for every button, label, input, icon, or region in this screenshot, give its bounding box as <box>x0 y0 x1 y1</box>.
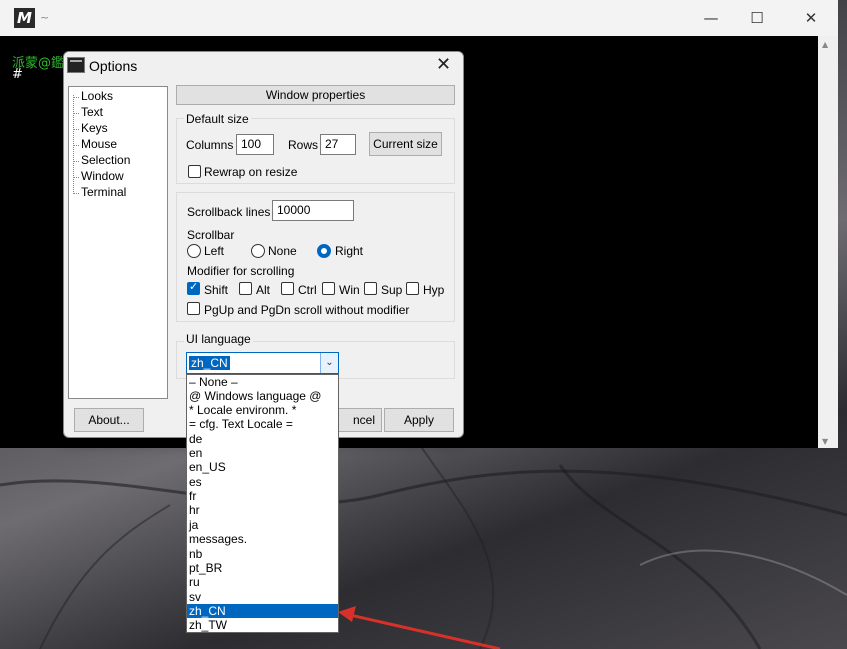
rewrap-checkbox[interactable] <box>188 165 201 178</box>
dialog-title: Options <box>89 58 138 74</box>
window-title: ~ <box>40 11 50 24</box>
alt-checkbox[interactable] <box>239 282 252 295</box>
options-category-tree: Looks Text Keys Mouse Selection Window T… <box>68 86 168 399</box>
scrollback-lines-label: Scrollback lines <box>187 205 271 219</box>
tree-connector <box>73 193 79 194</box>
scroll-up-arrow-icon[interactable]: ▲ <box>822 40 828 49</box>
win-checkbox[interactable] <box>322 282 335 295</box>
tree-connector <box>73 129 79 130</box>
ui-language-select[interactable]: zh_CN ⌄ <box>186 352 339 374</box>
language-option[interactable]: en <box>187 446 338 460</box>
terminal-scrollbar[interactable]: ▲ ▼ <box>818 36 838 448</box>
tree-connector <box>73 97 79 98</box>
dialog-titlebar[interactable]: Options ✕ <box>64 52 463 82</box>
sup-checkbox[interactable] <box>364 282 377 295</box>
ctrl-checkbox[interactable] <box>281 282 294 295</box>
terminal-prompt-hash: # <box>12 67 23 82</box>
desktop-wallpaper <box>0 445 847 649</box>
tree-item-window[interactable]: Window <box>81 169 124 183</box>
language-option-selected[interactable]: zh_CN <box>187 604 338 618</box>
rows-input[interactable]: 27 <box>320 134 356 155</box>
default-size-label: Default size <box>184 112 251 126</box>
mintty-logo-icon: M <box>14 8 35 28</box>
dialog-close-button[interactable]: ✕ <box>436 54 451 75</box>
about-button[interactable]: About... <box>74 408 144 432</box>
hyp-checkbox[interactable] <box>406 282 419 295</box>
rewrap-label: Rewrap on resize <box>204 165 298 179</box>
tree-connector <box>73 177 79 178</box>
scrollbar-right-label: Right <box>335 244 364 258</box>
shift-checkbox[interactable] <box>187 280 200 295</box>
language-option[interactable]: nb <box>187 547 338 561</box>
current-size-button[interactable]: Current size <box>369 132 442 156</box>
language-option[interactable]: ja <box>187 518 338 532</box>
language-option[interactable]: fr <box>187 489 338 503</box>
chevron-down-icon[interactable]: ⌄ <box>320 353 338 373</box>
language-option[interactable]: es <box>187 475 338 489</box>
tree-item-text[interactable]: Text <box>81 105 103 119</box>
language-option[interactable]: messages. <box>187 532 338 546</box>
mintty-titlebar[interactable]: M ~ — ☐ ✕ <box>0 0 838 36</box>
language-option[interactable]: de <box>187 432 338 446</box>
language-option[interactable]: – None – <box>187 375 338 389</box>
pgupdn-label: PgUp and PgDn scroll without modifier <box>204 303 410 317</box>
scrollbar-none-radio[interactable] <box>251 244 265 258</box>
shift-label: Shift <box>204 283 229 297</box>
language-option[interactable]: @ Windows language @ <box>187 389 338 403</box>
language-option[interactable]: zh_TW <box>187 618 338 632</box>
hyp-label: Hyp <box>423 283 445 297</box>
tree-item-selection[interactable]: Selection <box>81 153 130 167</box>
window-properties-header: Window properties <box>176 85 455 105</box>
maximize-button[interactable]: ☐ <box>734 0 780 36</box>
ui-language-selected-value: zh_CN <box>189 356 230 370</box>
scrollbar-right-radio[interactable] <box>317 244 331 258</box>
tree-item-terminal[interactable]: Terminal <box>81 185 126 199</box>
ctrl-label: Ctrl <box>298 283 317 297</box>
close-window-button[interactable]: ✕ <box>788 0 834 36</box>
scrollback-lines-input[interactable]: 10000 <box>272 200 354 221</box>
ui-language-dropdown-list: – None – @ Windows language @ * Locale e… <box>186 374 339 633</box>
sup-label: Sup <box>381 283 403 297</box>
language-option[interactable]: * Locale environm. * <box>187 403 338 417</box>
columns-input[interactable]: 100 <box>236 134 274 155</box>
language-option[interactable]: pt_BR <box>187 561 338 575</box>
scroll-down-arrow-icon[interactable]: ▼ <box>822 437 828 446</box>
columns-label: Columns <box>186 138 234 152</box>
tree-item-looks[interactable]: Looks <box>81 89 113 103</box>
ui-language-label: UI language <box>184 332 253 346</box>
modifier-scrolling-label: Modifier for scrolling <box>187 264 295 278</box>
language-option[interactable]: hr <box>187 503 338 517</box>
terminal-app-icon <box>67 57 85 73</box>
pgupdn-checkbox[interactable] <box>187 302 200 315</box>
language-option[interactable]: sv <box>187 590 338 604</box>
tree-connector <box>73 161 79 162</box>
alt-label: Alt <box>256 283 271 297</box>
language-option[interactable]: = cfg. Text Locale = <box>187 417 338 431</box>
rows-label: Rows <box>288 138 319 152</box>
scrollbar-label: Scrollbar <box>187 228 235 242</box>
tree-connector <box>73 145 79 146</box>
language-option[interactable]: ru <box>187 575 338 589</box>
minimize-button[interactable]: — <box>688 0 734 36</box>
language-option[interactable]: en_US <box>187 460 338 474</box>
tree-item-mouse[interactable]: Mouse <box>81 137 117 151</box>
scrollbar-none-label: None <box>268 244 297 258</box>
scrollbar-left-radio[interactable] <box>187 244 201 258</box>
win-label: Win <box>339 283 360 297</box>
scrollbar-left-label: Left <box>204 244 225 258</box>
tree-item-keys[interactable]: Keys <box>81 121 108 135</box>
apply-button[interactable]: Apply <box>384 408 454 432</box>
tree-connector <box>73 113 79 114</box>
